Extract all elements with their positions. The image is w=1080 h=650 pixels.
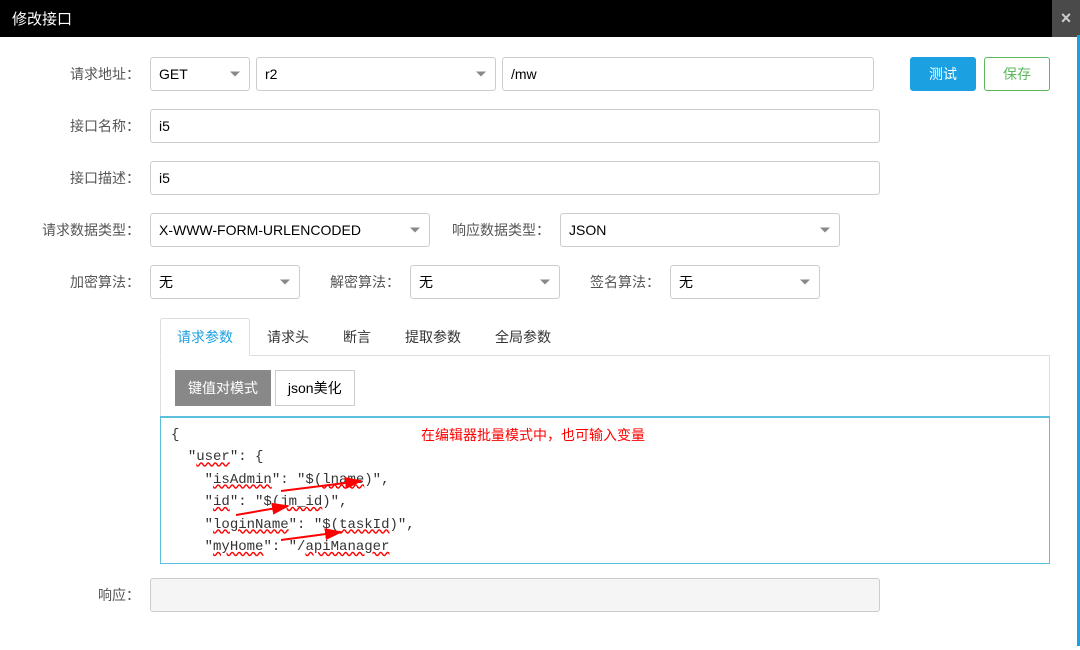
label-interface-desc: 接口描述： <box>30 168 150 188</box>
tab-request-params[interactable]: 请求参数 <box>160 318 250 356</box>
label-interface-name: 接口名称： <box>30 116 150 136</box>
request-data-type-select[interactable]: X-WWW-FORM-URLENCODED <box>150 213 430 247</box>
label-sign-algo: 签名算法： <box>560 272 670 292</box>
row-algos: 加密算法： 无 解密算法： 无 签名算法： 无 <box>30 265 1050 299</box>
params-editor[interactable]: { "user": { "isAdmin": "$(lname)", "id":… <box>160 416 1050 564</box>
param-tabs: 请求参数 请求头 断言 提取参数 全局参数 <box>160 317 1050 356</box>
tab-assertions[interactable]: 断言 <box>326 318 388 356</box>
response-data-type-select[interactable]: JSON <box>560 213 840 247</box>
path-input[interactable] <box>502 57 874 91</box>
label-response-data-type: 响应数据类型： <box>430 220 560 240</box>
annotation-text: 在编辑器批量模式中，也可输入变量 <box>421 424 645 446</box>
test-button[interactable]: 测试 <box>910 57 976 91</box>
dialog-title: 修改接口 <box>12 11 72 28</box>
row-response: 响应： <box>30 578 1050 612</box>
label-encrypt-algo: 加密算法： <box>30 272 150 292</box>
mode-keyvalue-button[interactable]: 键值对模式 <box>175 370 271 406</box>
sign-algo-select[interactable]: 无 <box>670 265 820 299</box>
dialog-header: 修改接口 × <box>0 0 1080 37</box>
dialog-body: 请求地址： GET r2 测试 保存 接口名称： 接口描述： 请求数据类型： X… <box>0 37 1080 650</box>
row-request-url: 请求地址： GET r2 测试 保存 <box>30 57 1050 91</box>
tab-request-headers[interactable]: 请求头 <box>250 318 326 356</box>
label-request-data-type: 请求数据类型： <box>30 220 150 240</box>
method-select[interactable]: GET <box>150 57 250 91</box>
interface-name-input[interactable] <box>150 109 880 143</box>
row-interface-name: 接口名称： <box>30 109 1050 143</box>
tab-global-params[interactable]: 全局参数 <box>478 318 568 356</box>
row-interface-desc: 接口描述： <box>30 161 1050 195</box>
tab-extract-params[interactable]: 提取参数 <box>388 318 478 356</box>
label-request-url: 请求地址： <box>30 64 150 84</box>
encrypt-algo-select[interactable]: 无 <box>150 265 300 299</box>
mode-json-beautify-button[interactable]: json美化 <box>275 370 355 406</box>
label-response: 响应： <box>30 585 150 605</box>
label-decrypt-algo: 解密算法： <box>300 272 410 292</box>
row-data-types: 请求数据类型： X-WWW-FORM-URLENCODED 响应数据类型： JS… <box>30 213 1050 247</box>
save-button[interactable]: 保存 <box>984 57 1050 91</box>
decrypt-algo-select[interactable]: 无 <box>410 265 560 299</box>
close-icon: × <box>1061 8 1072 29</box>
host-select[interactable]: r2 <box>256 57 496 91</box>
response-input[interactable] <box>150 578 880 612</box>
close-button[interactable]: × <box>1052 0 1080 37</box>
interface-desc-input[interactable] <box>150 161 880 195</box>
mode-row: 键值对模式 json美化 <box>160 356 1050 416</box>
